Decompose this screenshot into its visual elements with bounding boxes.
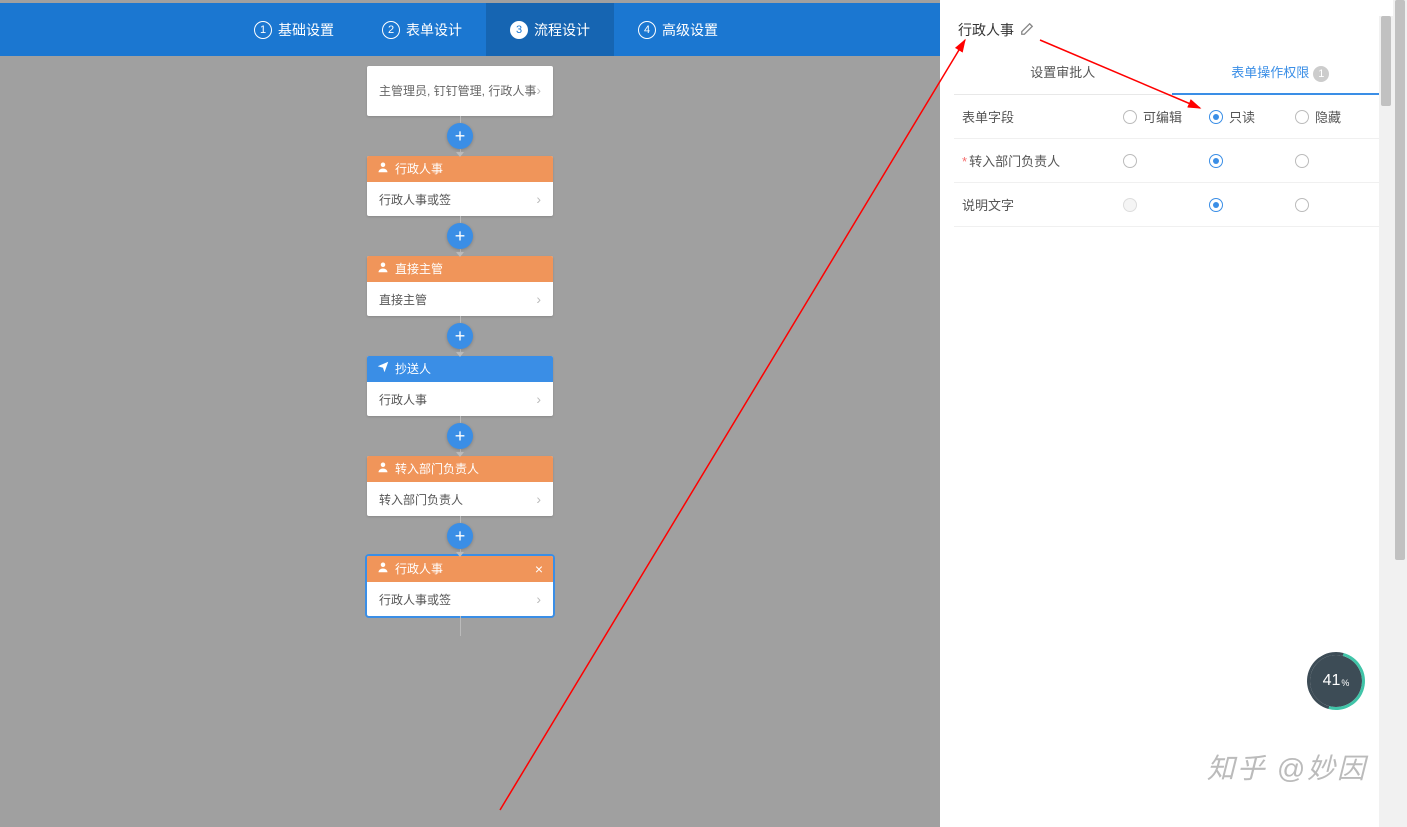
radio-editable[interactable]: [1123, 154, 1137, 168]
permission-header-row: 表单字段 可编辑 只读 隐藏: [954, 95, 1389, 139]
tab-basic-settings[interactable]: 1基础设置: [230, 3, 358, 56]
radio-hidden[interactable]: [1295, 154, 1309, 168]
flow-connector: +: [367, 316, 553, 356]
flow-node-hr-selected[interactable]: 行政人事× 行政人事或签›: [367, 556, 553, 616]
add-node-button[interactable]: +: [447, 423, 473, 449]
tab-form-design[interactable]: 2表单设计: [358, 3, 486, 56]
scrollbar[interactable]: [1379, 16, 1393, 827]
user-icon: [377, 156, 389, 182]
flow-connector: +: [367, 116, 553, 156]
radio-readonly-all[interactable]: [1209, 110, 1223, 124]
add-node-button[interactable]: +: [447, 523, 473, 549]
chevron-right-icon: ›: [536, 491, 541, 507]
send-icon: [377, 356, 389, 382]
tab-advanced-settings[interactable]: 4高级设置: [614, 3, 742, 56]
user-icon: [377, 456, 389, 482]
chevron-right-icon: ›: [536, 391, 541, 407]
watermark: 知乎 @妙因: [1207, 747, 1367, 787]
permission-table: 表单字段 可编辑 只读 隐藏 *转入部门负责人 说明文字: [954, 95, 1389, 227]
add-node-button[interactable]: +: [447, 123, 473, 149]
scrollbar[interactable]: [1393, 0, 1407, 827]
chevron-right-icon: ›: [536, 81, 541, 101]
radio-readonly[interactable]: [1209, 154, 1223, 168]
flow-column: 主管理员, 钉钉管理, 行政人事 › + 行政人事 行政人事或签› + 直接主管…: [367, 66, 553, 636]
chevron-right-icon: ›: [536, 291, 541, 307]
radio-editable: [1123, 198, 1137, 212]
add-node-button[interactable]: +: [447, 323, 473, 349]
flow-node-cc[interactable]: 抄送人 行政人事›: [367, 356, 553, 416]
flow-node-direct-manager[interactable]: 直接主管 直接主管›: [367, 256, 553, 316]
progress-badge[interactable]: 41%: [1310, 655, 1362, 707]
flow-canvas[interactable]: 主管理员, 钉钉管理, 行政人事 › + 行政人事 行政人事或签› + 直接主管…: [0, 56, 940, 827]
flow-connector: +: [367, 416, 553, 456]
side-panel-title: 行政人事: [950, 8, 1393, 50]
permission-row: 说明文字: [954, 183, 1389, 227]
radio-hidden-all[interactable]: [1295, 110, 1309, 124]
user-icon: [377, 256, 389, 282]
flow-start-node[interactable]: 主管理员, 钉钉管理, 行政人事 ›: [367, 66, 553, 116]
add-node-button[interactable]: +: [447, 223, 473, 249]
radio-editable-all[interactable]: [1123, 110, 1137, 124]
flow-node-dept-leader[interactable]: 转入部门负责人 转入部门负责人›: [367, 456, 553, 516]
step-tabs: 1基础设置 2表单设计 3流程设计 4高级设置: [0, 3, 940, 56]
flow-start-body: 主管理员, 钉钉管理, 行政人事: [379, 83, 536, 100]
close-icon[interactable]: ×: [535, 556, 543, 582]
flow-connector: +: [367, 216, 553, 256]
side-tab-approvers[interactable]: 设置审批人: [954, 50, 1172, 94]
chevron-right-icon: ›: [536, 591, 541, 607]
side-tabs: 设置审批人 表单操作权限1: [954, 50, 1389, 95]
permission-row: *转入部门负责人: [954, 139, 1389, 183]
radio-readonly[interactable]: [1209, 198, 1223, 212]
flow-connector: [367, 616, 553, 636]
tab-flow-design[interactable]: 3流程设计: [486, 3, 614, 56]
chevron-right-icon: ›: [536, 191, 541, 207]
flow-node-hr[interactable]: 行政人事 行政人事或签›: [367, 156, 553, 216]
radio-hidden[interactable]: [1295, 198, 1309, 212]
user-icon: [377, 556, 389, 582]
flow-connector: +: [367, 516, 553, 556]
edit-icon[interactable]: [1020, 22, 1034, 39]
side-tab-form-permission[interactable]: 表单操作权限1: [1172, 50, 1390, 94]
